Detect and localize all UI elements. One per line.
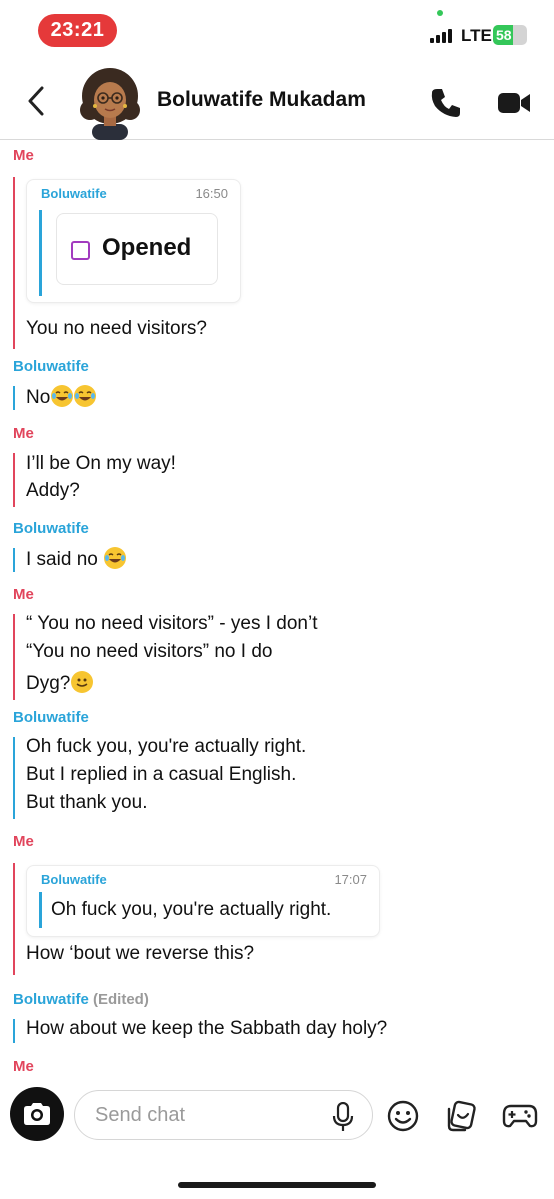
quote-time: 17:07 bbox=[334, 872, 367, 887]
message-text: I said no bbox=[26, 549, 98, 570]
microphone-button[interactable] bbox=[330, 1101, 356, 1132]
emoji-button[interactable] bbox=[386, 1099, 420, 1133]
quote-sender: Boluwatife bbox=[41, 872, 107, 887]
message-text[interactable]: Addy? bbox=[26, 477, 80, 505]
smiley-icon bbox=[387, 1100, 419, 1132]
quoted-message[interactable]: Boluwatife 17:07 Oh fuck you, you're act… bbox=[26, 865, 380, 937]
quote-time: 16:50 bbox=[195, 186, 228, 201]
message-group-me: Me I’ll be On my way! Addy? bbox=[0, 425, 554, 511]
message-text[interactable]: I’ll be On my way! bbox=[26, 450, 176, 478]
sender-label-me: Me bbox=[13, 425, 34, 442]
signal-icon bbox=[430, 29, 452, 43]
home-indicator[interactable] bbox=[178, 1182, 376, 1188]
sticker-button[interactable] bbox=[444, 1099, 478, 1133]
chat-thread[interactable]: Me Boluwatife 16:50 Opened You no need v… bbox=[0, 141, 554, 1073]
sticker-icon bbox=[447, 1100, 476, 1132]
message-group-friend: Boluwatife (Edited) How about we keep th… bbox=[0, 991, 554, 1049]
quote-text: Oh fuck you, you're actually right. bbox=[51, 899, 332, 920]
message-row[interactable]: No bbox=[26, 384, 97, 412]
quote-sender: Boluwatife bbox=[41, 186, 107, 201]
slightly-smiling-emoji-icon bbox=[71, 671, 94, 693]
snap-status[interactable]: Opened bbox=[56, 213, 218, 285]
message-group-friend: Boluwatife I said no bbox=[0, 520, 554, 576]
message-row[interactable]: Dyg? bbox=[26, 670, 94, 698]
battery-icon: 58 bbox=[493, 25, 527, 45]
tears-of-joy-emoji-icon bbox=[74, 385, 97, 407]
chevron-left-icon bbox=[28, 86, 44, 116]
message-bar bbox=[13, 386, 15, 410]
sender-label-friend: Boluwatife bbox=[13, 709, 89, 726]
games-button[interactable] bbox=[502, 1101, 538, 1131]
message-text: Dyg? bbox=[26, 673, 71, 694]
send-chat-field[interactable] bbox=[74, 1090, 373, 1140]
message-text[interactable]: You no need visitors? bbox=[26, 315, 207, 343]
sender-label-me: Me bbox=[13, 833, 34, 850]
message-text[interactable]: But I replied in a casual English. bbox=[26, 761, 296, 789]
quote-bar bbox=[39, 892, 42, 928]
sender-label-friend: Boluwatife bbox=[13, 358, 89, 375]
message-bar bbox=[13, 453, 15, 507]
edited-label: (Edited) bbox=[93, 991, 149, 1008]
message-group-friend: Boluwatife No bbox=[0, 358, 554, 414]
video-call-button[interactable] bbox=[497, 90, 531, 116]
message-group-me: Me Boluwatife 17:07 Oh fuck you, you're … bbox=[0, 833, 554, 977]
quoted-message[interactable]: Boluwatife 16:50 Opened bbox=[26, 179, 241, 303]
message-bar bbox=[13, 177, 15, 349]
message-text[interactable]: “ You no need visitors” - yes I don’t bbox=[26, 610, 318, 638]
sender-label-me: Me bbox=[13, 586, 34, 603]
message-bar bbox=[13, 614, 15, 700]
camera-indicator-dot bbox=[437, 10, 443, 16]
camera-icon bbox=[24, 1103, 50, 1125]
message-group-me: Me Boluwatife 16:50 Opened You no need v… bbox=[0, 147, 554, 349]
tears-of-joy-emoji-icon bbox=[104, 547, 127, 569]
message-bar bbox=[13, 1019, 15, 1043]
message-text[interactable]: How ‘bout we reverse this? bbox=[26, 940, 254, 968]
message-text[interactable]: But thank you. bbox=[26, 789, 147, 817]
phone-icon bbox=[431, 89, 460, 117]
status-bar: 23:21 LTE 58 bbox=[0, 0, 554, 60]
quote-bar bbox=[39, 210, 42, 296]
message-text[interactable]: How about we keep the Sabbath day holy? bbox=[26, 1015, 387, 1043]
send-chat-input[interactable] bbox=[95, 1091, 325, 1139]
opened-square-icon bbox=[71, 241, 90, 260]
message-text: No bbox=[26, 387, 51, 408]
message-row[interactable]: I said no bbox=[26, 546, 127, 574]
video-icon bbox=[498, 93, 530, 113]
message-bar bbox=[13, 863, 15, 975]
sender-label-friend: Boluwatife bbox=[13, 520, 89, 537]
message-bar bbox=[13, 737, 15, 819]
network-label: LTE bbox=[461, 26, 492, 45]
camera-button[interactable] bbox=[10, 1087, 64, 1141]
status-time: 23:21 bbox=[38, 14, 117, 47]
sender-label-me: Me bbox=[13, 1058, 34, 1073]
avatar[interactable] bbox=[76, 66, 144, 140]
message-group-me: Me “ You no need visitors” - yes I don’t… bbox=[0, 586, 554, 706]
message-text[interactable]: Oh fuck you, you're actually right. bbox=[26, 733, 306, 761]
battery-level: 58 bbox=[496, 27, 512, 43]
tears-of-joy-emoji-icon bbox=[51, 385, 74, 407]
snap-status-label: Opened bbox=[102, 234, 192, 261]
message-group-me: Me bbox=[0, 1058, 554, 1073]
back-button[interactable] bbox=[22, 84, 50, 118]
composer-bar bbox=[0, 1073, 554, 1199]
chat-header: Boluwatife Mukadam bbox=[0, 60, 554, 140]
call-button[interactable] bbox=[429, 86, 463, 120]
sender-label-friend: Boluwatife (Edited) bbox=[13, 991, 149, 1008]
sender-label-me: Me bbox=[13, 147, 34, 164]
microphone-icon bbox=[332, 1101, 354, 1131]
message-group-friend: Boluwatife Oh fuck you, you're actually … bbox=[0, 709, 554, 823]
message-bar bbox=[13, 548, 15, 572]
message-text[interactable]: “You no need visitors” no I do bbox=[26, 638, 272, 666]
contact-name[interactable]: Boluwatife Mukadam bbox=[157, 88, 366, 112]
game-controller-icon bbox=[502, 1104, 538, 1128]
